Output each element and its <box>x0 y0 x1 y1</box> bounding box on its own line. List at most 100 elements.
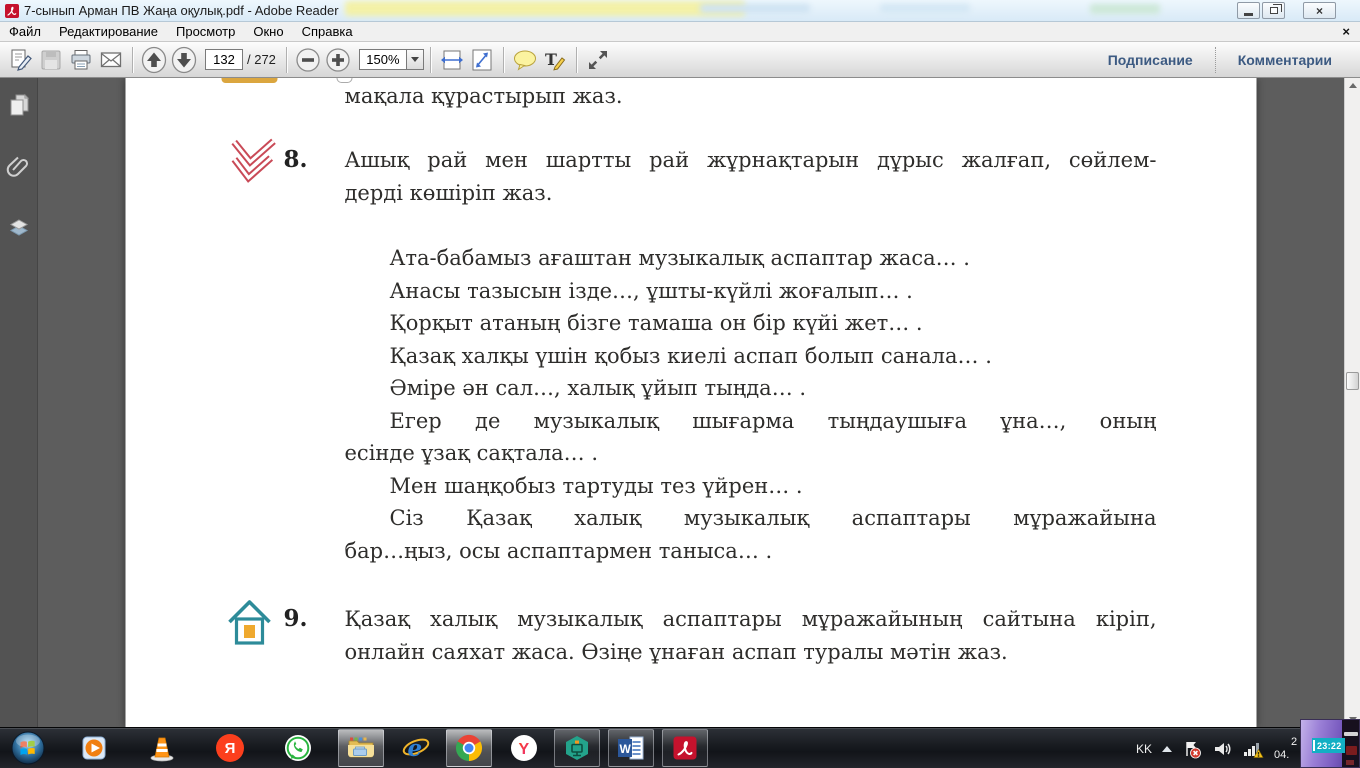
fit-width-button[interactable] <box>437 46 467 74</box>
save-icon <box>41 50 61 69</box>
pip-time-badge: 23:22 <box>1312 738 1345 753</box>
comment-button[interactable] <box>510 46 540 74</box>
taskbar-media-player[interactable] <box>72 729 116 767</box>
chevron-down-icon <box>410 57 419 62</box>
taskbar-whatsapp[interactable] <box>276 729 320 767</box>
restore-icon <box>1269 4 1282 14</box>
taskbar-vlc[interactable] <box>140 729 184 767</box>
vlc-icon <box>150 737 174 762</box>
pdf-text-line: Егер де музыкалық шығарма тыңдаушыға ұна… <box>389 408 1157 433</box>
window-title: 7-сынып Арман ПВ Жаңа оқулық.pdf - Adobe… <box>24 3 339 18</box>
zoom-dropdown-button[interactable] <box>406 49 424 70</box>
print-button[interactable] <box>66 46 96 74</box>
page-number-input[interactable] <box>205 49 243 70</box>
taskbar-yandex-browser-2[interactable]: Y <box>502 729 546 767</box>
windows-start-icon <box>11 731 45 765</box>
menu-window[interactable]: Окно <box>244 22 292 41</box>
fit-page-icon <box>472 49 492 70</box>
minimize-button[interactable] <box>1237 2 1260 19</box>
pip-caption-smudge <box>1344 732 1358 736</box>
taskbar-word[interactable]: W <box>608 729 654 767</box>
taskbar-internet-explorer[interactable]: e <box>394 729 438 767</box>
pdf-text-line: онлайн саяхат жаса. Өзіңе ұнаған аспап т… <box>344 639 1008 664</box>
scrollbar-thumb[interactable] <box>1346 372 1359 390</box>
pdf-text-line: дерді көшіріп жаз. <box>344 180 553 205</box>
page-total-label: / 272 <box>247 52 276 67</box>
toolbar: / 272 150% <box>0 42 1360 78</box>
pdf-text-line: Қазақ халық музыкалық аспаптары мұражайы… <box>344 607 1157 631</box>
page-thumbnails-icon <box>10 93 29 116</box>
close-icon: × <box>1315 3 1323 18</box>
whatsapp-icon <box>285 735 311 761</box>
minimize-icon <box>1244 12 1253 16</box>
scroll-up-button[interactable] <box>1345 78 1360 93</box>
exercise8-intro: Ашық рай мен шартты рай жұрнақтарын дұры… <box>345 144 1157 209</box>
pip-video-detail <box>1346 760 1354 765</box>
background-window-smudge <box>1090 4 1160 14</box>
taskbar-acrobat-reader[interactable] <box>662 729 708 767</box>
scroll-up-icon <box>1349 83 1357 88</box>
taskbar-kaspersky[interactable] <box>554 729 600 767</box>
fit-page-button[interactable] <box>467 46 497 74</box>
windows-media-player-icon <box>82 736 106 760</box>
toolbar-separator <box>132 46 133 73</box>
menu-help[interactable]: Справка <box>293 22 362 41</box>
exercise9-number: 9. <box>283 605 308 632</box>
internet-explorer-icon: e <box>402 735 430 762</box>
layers-button[interactable] <box>6 216 32 242</box>
signing-panel-button[interactable]: Подписание <box>1086 52 1215 68</box>
language-indicator[interactable]: KK <box>1136 742 1152 756</box>
fullscreen-button[interactable] <box>583 46 613 74</box>
pip-video-window[interactable]: 23:22 <box>1300 719 1360 768</box>
pdf-text-line: бар…ңыз, осы аспаптармен таныса… . <box>344 538 773 563</box>
adobe-reader-app-icon <box>5 4 19 18</box>
menu-file[interactable]: Файл <box>0 22 50 41</box>
page-down-icon <box>171 46 197 73</box>
fullscreen-icon <box>588 50 607 69</box>
sign-document-button[interactable] <box>6 46 36 74</box>
zoom-level-value[interactable]: 150% <box>358 49 407 70</box>
document-close-icon[interactable]: × <box>1332 24 1360 39</box>
yandex-browser-icon: Я <box>216 734 244 762</box>
attachments-button[interactable] <box>6 154 32 180</box>
acrobat-reader-icon <box>673 736 697 760</box>
page-thumbnails-button[interactable] <box>6 92 32 118</box>
background-window-glow <box>345 1 745 16</box>
volume-icon[interactable] <box>1212 739 1232 759</box>
file-explorer-icon <box>348 737 374 758</box>
text-markup-icon: T <box>545 50 566 70</box>
vertical-scrollbar[interactable] <box>1344 78 1360 727</box>
comments-panel-button[interactable]: Комментарии <box>1216 52 1354 68</box>
close-button[interactable]: × <box>1303 2 1336 19</box>
show-hidden-icons-button[interactable] <box>1162 745 1172 752</box>
print-icon <box>71 49 91 69</box>
save-button[interactable] <box>36 46 66 74</box>
pdf-text-line: Әміре ән сал…, халық ұйып тыңда… . <box>389 376 807 400</box>
email-button[interactable] <box>96 46 126 74</box>
next-page-button[interactable] <box>169 46 199 74</box>
exercise8-sentences: Ата-бабамыз ағаштан музыкалық аспаптар ж… <box>345 242 1157 567</box>
pdf-text-line: Қорқыт атаның бізге тамаша он бір күйі ж… <box>389 311 923 335</box>
workspace: мақала құрастырып жаз. 8. Ашық рай мен ш… <box>0 78 1360 727</box>
exercise9-text: Қазақ халық музыкалық аспаптары мұражайы… <box>345 603 1157 668</box>
system-tray: KK 2 04. <box>1136 728 1320 768</box>
exercise8-double-check-icon <box>231 138 276 183</box>
taskbar-yandex-browser[interactable]: Я <box>208 729 252 767</box>
previous-page-button[interactable] <box>139 46 169 74</box>
toolbar-separator <box>285 46 287 73</box>
zoom-in-button[interactable] <box>323 46 353 74</box>
restore-button[interactable] <box>1262 2 1285 19</box>
start-button[interactable] <box>8 728 48 768</box>
taskbar-chrome[interactable] <box>446 729 492 767</box>
menu-edit[interactable]: Редактирование <box>50 22 167 41</box>
taskbar: Я e Y W KK 2 04. <box>0 727 1360 768</box>
text-markup-button[interactable]: T <box>540 46 570 74</box>
menu-view[interactable]: Просмотр <box>167 22 244 41</box>
fit-width-icon <box>440 50 463 69</box>
toolbar-separator <box>575 46 577 73</box>
zoom-out-button[interactable] <box>293 46 323 74</box>
network-signal-icon[interactable] <box>1242 739 1264 759</box>
action-center-flag-icon[interactable] <box>1182 739 1202 759</box>
word-icon: W <box>618 736 644 760</box>
taskbar-file-explorer[interactable] <box>338 729 384 767</box>
